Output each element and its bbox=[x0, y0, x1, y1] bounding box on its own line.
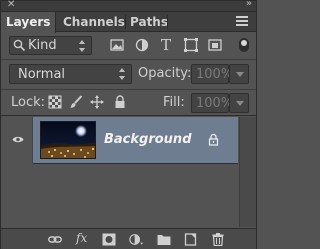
lock-label: Lock: bbox=[11, 95, 46, 110]
layers-bottom-toolbar: fx bbox=[1, 228, 256, 249]
opacity-label: Opacity: bbox=[138, 66, 192, 81]
section-divider bbox=[1, 89, 256, 90]
smart-object-filter-icon[interactable] bbox=[208, 38, 222, 52]
tab-separator bbox=[167, 15, 168, 29]
lock-transparent-pixels-icon[interactable] bbox=[48, 95, 62, 109]
panel-title-strip: ✕ » bbox=[1, 0, 256, 12]
chevron-updown-icon bbox=[119, 68, 127, 80]
new-group-folder-icon[interactable] bbox=[157, 233, 171, 246]
fill-label: Fill: bbox=[163, 95, 185, 110]
layers-panel: ✕ » Layers Channels Paths Kind T Normal … bbox=[0, 0, 257, 249]
layers-scrollbar[interactable] bbox=[239, 117, 256, 227]
layer-thumbnail-image bbox=[41, 122, 95, 158]
layer-name[interactable]: Background bbox=[104, 132, 192, 147]
blend-mode-select[interactable]: Normal bbox=[9, 64, 132, 84]
close-panel-icon[interactable]: ✕ bbox=[7, 0, 15, 10]
section-divider bbox=[1, 59, 256, 60]
filter-kind-label: Kind bbox=[28, 38, 57, 53]
layer-thumbnail[interactable] bbox=[40, 121, 96, 159]
panel-menu-icon[interactable] bbox=[236, 16, 248, 28]
type-filter-icon[interactable]: T bbox=[159, 38, 173, 53]
chevron-updown-icon bbox=[79, 40, 87, 52]
eye-icon bbox=[12, 136, 24, 143]
fill-dropdown-button[interactable] bbox=[229, 93, 249, 113]
layer-row-background[interactable]: Background bbox=[1, 117, 238, 164]
adjustment-filter-icon[interactable] bbox=[135, 38, 149, 52]
add-layer-mask-icon[interactable] bbox=[102, 233, 116, 246]
tab-layers[interactable]: Layers bbox=[1, 12, 57, 33]
filter-toggle-switch[interactable] bbox=[239, 38, 249, 52]
tab-channels[interactable]: Channels bbox=[58, 12, 130, 32]
new-adjustment-layer-icon[interactable] bbox=[129, 233, 143, 246]
layer-style-fx-icon[interactable]: fx bbox=[76, 231, 90, 245]
image-filter-icon[interactable] bbox=[110, 38, 124, 52]
link-layers-icon[interactable] bbox=[48, 233, 62, 246]
fill-field[interactable]: 100% bbox=[191, 93, 249, 113]
lock-all-icon[interactable] bbox=[113, 95, 127, 109]
tab-paths[interactable]: Paths bbox=[125, 12, 173, 32]
delete-layer-trash-icon[interactable] bbox=[211, 233, 225, 246]
opacity-dropdown-button[interactable] bbox=[229, 64, 249, 84]
filter-kind-select[interactable]: Kind bbox=[9, 36, 92, 55]
layer-lock-icon bbox=[208, 133, 219, 146]
new-layer-icon[interactable] bbox=[184, 233, 198, 246]
shape-filter-icon[interactable] bbox=[184, 38, 198, 52]
opacity-field[interactable]: 100% bbox=[191, 64, 249, 84]
visibility-toggle[interactable] bbox=[1, 117, 33, 164]
lock-position-icon[interactable] bbox=[90, 95, 104, 109]
collapse-panel-icon[interactable]: » bbox=[246, 0, 252, 9]
opacity-value: 100% bbox=[196, 67, 234, 82]
fill-value: 100% bbox=[196, 96, 234, 111]
search-icon bbox=[13, 39, 26, 52]
panel-tab-bar: Layers Channels Paths bbox=[1, 12, 256, 33]
lock-image-pixels-icon[interactable] bbox=[69, 95, 83, 109]
blend-mode-value: Normal bbox=[18, 67, 66, 82]
